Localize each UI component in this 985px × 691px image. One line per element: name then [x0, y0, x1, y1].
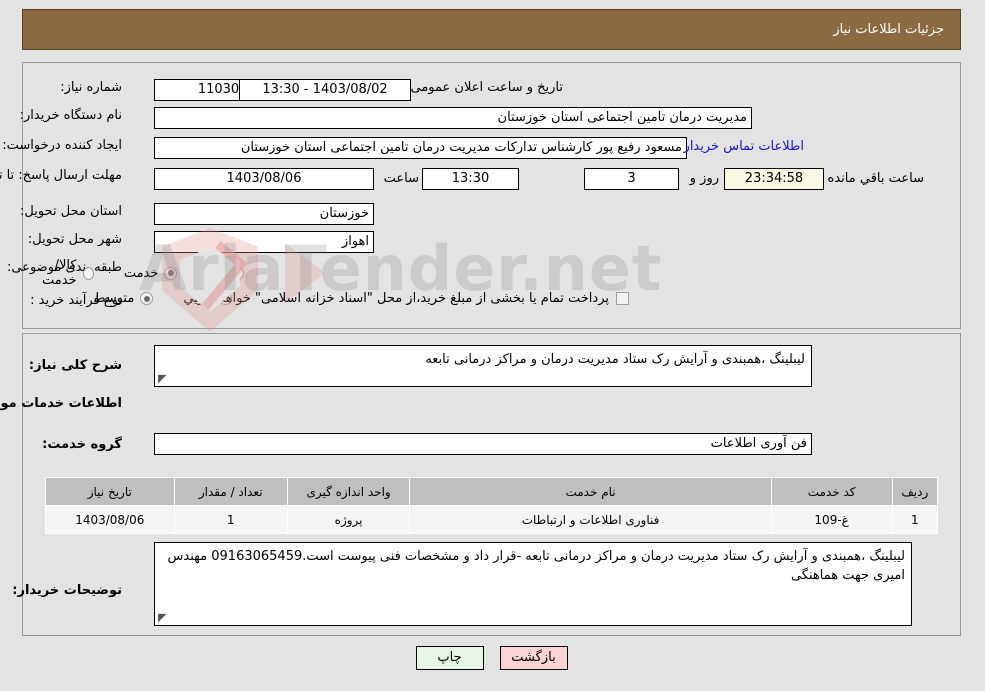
deadline-label-wrap: مهلت ارسال پاسخ: تا تاریخ:: [0, 168, 123, 184]
province-label: استان محل تحویل:: [21, 204, 123, 219]
col-header-quantity: تعداد / مقدار: [174, 477, 289, 506]
category-option-kala-khedmat[interactable]: کالا/خدمت: [30, 258, 95, 288]
need-summary-panel: [23, 62, 962, 329]
radio-kala-icon[interactable]: [232, 266, 245, 280]
cell-need-date: 1403/08/06: [46, 505, 176, 534]
need-number-label: شماره نیاز:: [61, 80, 123, 95]
buyer-notes-text: لیبلینگ ،همبندی و آرایش رک ستاد مدیریت د…: [168, 549, 906, 583]
need-number-row: شماره نیاز:: [61, 80, 123, 95]
city-value: اهواز: [155, 231, 375, 253]
col-header-need-date: تاریخ نیاز: [46, 477, 176, 506]
summary-label: شرح کلی نیاز:: [29, 358, 123, 373]
category-option-khedmat[interactable]: خدمت: [125, 266, 179, 281]
deadline-label: مهلت ارسال پاسخ: تا تاریخ:: [0, 168, 123, 183]
city-row: شهر محل تحویل:: [29, 232, 123, 247]
treasury-checkbox-row[interactable]: پرداخت تمام یا بخشی از مبلغ خرید،از محل …: [195, 291, 630, 306]
resize-grip-icon[interactable]: ◥: [159, 372, 169, 385]
page-title-bar: جزئیات اطلاعات نیاز: [23, 9, 962, 50]
service-group-value: فن آوری اطلاعات: [155, 433, 813, 455]
footer-button-bar: بازگشت چاپ: [0, 646, 985, 670]
announce-datetime-value: 1403/08/02 - 13:30: [240, 79, 412, 101]
col-header-service-code: کد خدمت: [771, 477, 894, 506]
print-button[interactable]: چاپ: [416, 646, 485, 670]
cell-service-code: غ-109: [771, 505, 894, 534]
category-option-kala[interactable]: کالا: [208, 266, 245, 281]
buyer-org-value: مدیریت درمان تامین اجتماعی استان خوزستان: [155, 107, 753, 129]
resize-grip-icon-notes[interactable]: ◥: [159, 611, 169, 624]
radio-khedmat-icon[interactable]: [165, 266, 179, 280]
col-header-service-name: نام خدمت: [410, 477, 773, 506]
deadline-date-value: 1403/08/06: [155, 168, 375, 190]
deadline-time-value: 13:30: [423, 168, 520, 190]
remaining-days-value: 3: [585, 168, 680, 190]
province-row: استان محل تحویل:: [21, 204, 123, 219]
announce-datetime-label: تاریخ و ساعت اعلان عمومی:: [407, 80, 564, 95]
buyer-org-label: نام دستگاه خریدار:: [20, 108, 123, 123]
countdown-label: ساعت باقي مانده: [828, 171, 925, 186]
table-header-row: ردیف کد خدمت نام خدمت واحد اندازه گیری ت…: [46, 477, 940, 506]
table-row: 1 غ-109 فناوری اطلاعات و ارتباطات پروژه …: [46, 505, 940, 534]
category-options-group: کالا خدمت کالا/خدمت: [0, 258, 245, 288]
category-option-kala-label: کالا: [208, 265, 226, 281]
summary-textarea[interactable]: لیبلینگ ،همبندی و آرایش رک ستاد مدیریت د…: [155, 345, 813, 387]
creator-row: ایجاد کننده درخواست:: [3, 138, 123, 153]
creator-value: مسعود رفیع پور کارشناس تدارکات مدیریت در…: [155, 137, 688, 159]
process-option-motavaset[interactable]: متوسط: [94, 291, 155, 306]
process-option-motavaset-label: متوسط: [94, 291, 136, 306]
creator-label: ایجاد کننده درخواست:: [3, 138, 123, 153]
buyer-notes-textarea[interactable]: لیبلینگ ،همبندی و آرایش رک ستاد مدیریت د…: [155, 542, 913, 626]
deadline-hour-label: ساعت: [384, 171, 420, 186]
cell-unit: پروژه: [287, 505, 412, 534]
services-table: ردیف کد خدمت نام خدمت واحد اندازه گیری ت…: [46, 477, 940, 534]
announce-label-wrap: تاریخ و ساعت اعلان عمومی:: [407, 80, 564, 95]
province-value: خوزستان: [155, 203, 375, 225]
radio-kala-khedmat-icon[interactable]: [83, 266, 95, 280]
cell-quantity: 1: [174, 505, 289, 534]
back-button[interactable]: بازگشت: [500, 646, 569, 670]
treasury-checkbox-icon[interactable]: [617, 292, 630, 305]
category-option-kala-khedmat-label: کالا/خدمت: [42, 258, 78, 288]
col-header-unit: واحد اندازه گیری: [287, 477, 412, 506]
city-label: شهر محل تحویل:: [28, 232, 123, 247]
countdown-timer-value: 23:34:58: [725, 168, 825, 190]
cell-service-name: فناوری اطلاعات و ارتباطات: [410, 505, 773, 534]
buyer-notes-label: توضیحات خریدار:: [13, 583, 123, 598]
col-header-row-no: ردیف: [892, 477, 940, 506]
radio-motavaset-icon[interactable]: [141, 292, 155, 305]
summary-text: لیبلینگ ،همبندی و آرایش رک ستاد مدیریت د…: [426, 352, 806, 367]
services-heading: اطلاعات خدمات مورد نیاز: [0, 396, 123, 411]
buyer-contact-link[interactable]: اطلاعات تماس خریدار: [685, 139, 805, 154]
buyer-org-row: نام دستگاه خریدار:: [21, 108, 123, 123]
page-title: جزئیات اطلاعات نیاز: [834, 22, 945, 37]
treasury-checkbox-label: پرداخت تمام یا بخشی از مبلغ خرید،از محل …: [195, 291, 610, 306]
cell-row-no: 1: [892, 505, 940, 534]
remaining-days-label: روز و: [690, 171, 720, 186]
category-option-khedmat-label: خدمت: [124, 265, 160, 281]
service-group-label: گروه خدمت:: [43, 437, 123, 452]
